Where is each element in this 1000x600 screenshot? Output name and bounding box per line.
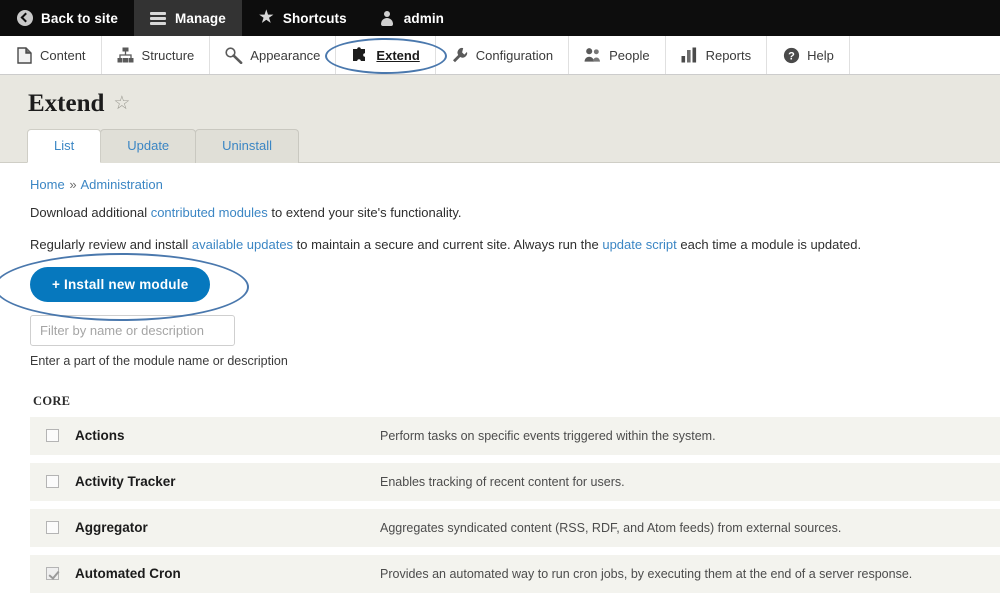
intro-text: Download additional: [30, 205, 151, 220]
sitemap-icon: [117, 46, 135, 64]
toolbar-item-label: Manage: [174, 10, 226, 26]
install-new-module-button[interactable]: + Install new module: [30, 267, 211, 303]
intro-text: each time a module is updated.: [676, 236, 862, 252]
intro-paragraph-2: Regularly review and install available u…: [30, 236, 1000, 254]
table-row[interactable]: Actions Perform tasks on specific events…: [30, 417, 1000, 456]
module-name: Aggregator: [75, 520, 148, 536]
module-name: Automated Cron: [75, 566, 181, 582]
tab-label: Update: [127, 138, 170, 153]
toolbar-item-back-to-site[interactable]: Back to site: [0, 0, 134, 36]
admin-menu-bar: Content Structure Appearance Extend Conf: [0, 36, 1000, 75]
menu-item-label: Help: [807, 47, 834, 63]
menu-item-label: Reports: [705, 47, 752, 63]
page-header: Extend ☆ List Update Uninstall: [0, 75, 1000, 163]
module-group-heading: CORE: [33, 394, 71, 409]
intro-text: to maintain a secure and current site. A…: [293, 236, 603, 252]
toolbar-item-admin-account[interactable]: admin: [363, 0, 460, 36]
wrench-icon: [451, 46, 469, 64]
module-enable-checkbox-cell[interactable]: [30, 509, 75, 547]
tab-update[interactable]: Update: [100, 129, 197, 163]
page-title: Extend: [28, 90, 105, 117]
toolbar-item-label: admin: [403, 10, 445, 26]
menu-item-help[interactable]: ? Help: [767, 36, 849, 74]
toolbar-item-label: Shortcuts: [282, 10, 347, 26]
menu-item-structure[interactable]: Structure: [102, 36, 211, 74]
row-spacer: [30, 547, 1000, 556]
tab-label: Uninstall: [222, 138, 273, 153]
available-updates-link[interactable]: available updates: [192, 237, 293, 252]
puzzle-piece-icon: [351, 46, 369, 64]
table-row[interactable]: Activity Tracker Enables tracking of rec…: [30, 463, 1000, 502]
module-enable-checkbox-cell[interactable]: [30, 555, 75, 593]
module-description: Perform tasks on specific events trigger…: [380, 429, 716, 444]
menu-item-extend[interactable]: Extend: [336, 36, 436, 74]
update-script-link[interactable]: update script: [602, 237, 676, 252]
table-row[interactable]: Automated Cron Provides an automated way…: [30, 555, 1000, 594]
module-enable-checkbox-cell[interactable]: [30, 417, 75, 455]
toolbar-item-shortcuts[interactable]: ★ Shortcuts: [242, 0, 363, 36]
menu-item-content[interactable]: Content: [0, 36, 102, 74]
menu-item-reports[interactable]: Reports: [666, 36, 768, 74]
admin-toolbar: Back to site Manage ★ Shortcuts admin: [0, 0, 1000, 36]
menu-item-label: Structure: [141, 47, 195, 63]
intro-text: Regularly review and install: [30, 236, 192, 252]
breadcrumb-link-home[interactable]: Home: [30, 177, 65, 192]
hamburger-menu-icon: [150, 10, 167, 27]
star-icon: ★: [259, 9, 274, 26]
paintbrush-icon: [225, 46, 243, 64]
module-enable-checkbox-cell[interactable]: [30, 463, 75, 501]
tab-list[interactable]: List: [27, 129, 102, 163]
module-name-cell: Actions: [75, 417, 380, 455]
menu-item-configuration[interactable]: Configuration: [436, 36, 570, 74]
module-description: Enables tracking of recent content for u…: [380, 475, 625, 490]
modules-table: Actions Perform tasks on specific events…: [30, 417, 1000, 600]
toolbar-item-manage[interactable]: Manage: [133, 0, 242, 36]
page-title-row: Extend ☆: [0, 91, 1000, 128]
module-checkbox[interactable]: [46, 429, 59, 443]
module-name-cell: Automated Cron: [75, 555, 380, 593]
menu-item-label: Content: [40, 47, 86, 63]
module-checkbox[interactable]: [46, 567, 59, 581]
back-arrow-icon: [16, 10, 33, 27]
tab-label: List: [54, 138, 75, 153]
page-tabs: List Update Uninstall: [0, 128, 1000, 163]
module-name-cell: Aggregator: [75, 509, 380, 547]
user-icon: [379, 10, 396, 27]
breadcrumb: Home » Administration: [30, 177, 1000, 192]
menu-item-appearance[interactable]: Appearance: [210, 36, 337, 74]
people-icon: [584, 46, 602, 64]
table-row[interactable]: Aggregator Aggregates syndicated content…: [30, 509, 1000, 548]
module-description: Provides an automated way to run cron jo…: [380, 567, 913, 582]
breadcrumb-link-administration[interactable]: Administration: [80, 177, 162, 192]
document-icon: [15, 46, 33, 64]
menu-item-label: Extend: [376, 47, 420, 63]
menu-item-label: Configuration: [475, 47, 554, 63]
module-filter-input[interactable]: [30, 315, 235, 347]
module-description: Aggregates syndicated content (RSS, RDF,…: [380, 521, 842, 536]
menu-item-people[interactable]: People: [569, 36, 666, 74]
toolbar-item-label: Back to site: [41, 10, 118, 26]
row-spacer: [30, 593, 1000, 600]
row-spacer: [30, 501, 1000, 510]
intro-text: to extend your site's functionality.: [267, 205, 462, 220]
menu-item-label: Appearance: [250, 47, 321, 63]
module-name-cell: Activity Tracker: [75, 463, 380, 501]
favorite-star-icon[interactable]: ☆: [113, 94, 130, 113]
breadcrumb-separator: »: [69, 177, 77, 192]
main-content: Home » Administration Download additiona…: [0, 163, 1000, 600]
contributed-modules-link[interactable]: contributed modules: [151, 205, 268, 220]
svg-text:?: ?: [788, 50, 795, 62]
intro-paragraph-1: Download additional contributed modules …: [30, 204, 1000, 222]
module-name: Actions: [75, 428, 125, 444]
row-spacer: [30, 455, 1000, 464]
module-name: Activity Tracker: [75, 474, 176, 490]
menu-item-label: People: [609, 47, 650, 63]
question-mark-icon: ?: [782, 46, 800, 64]
module-checkbox[interactable]: [46, 475, 59, 489]
filter-hint-text: Enter a part of the module name or descr…: [30, 354, 288, 369]
module-checkbox[interactable]: [46, 521, 59, 535]
tab-uninstall[interactable]: Uninstall: [195, 129, 300, 163]
bar-chart-icon: [681, 46, 699, 64]
